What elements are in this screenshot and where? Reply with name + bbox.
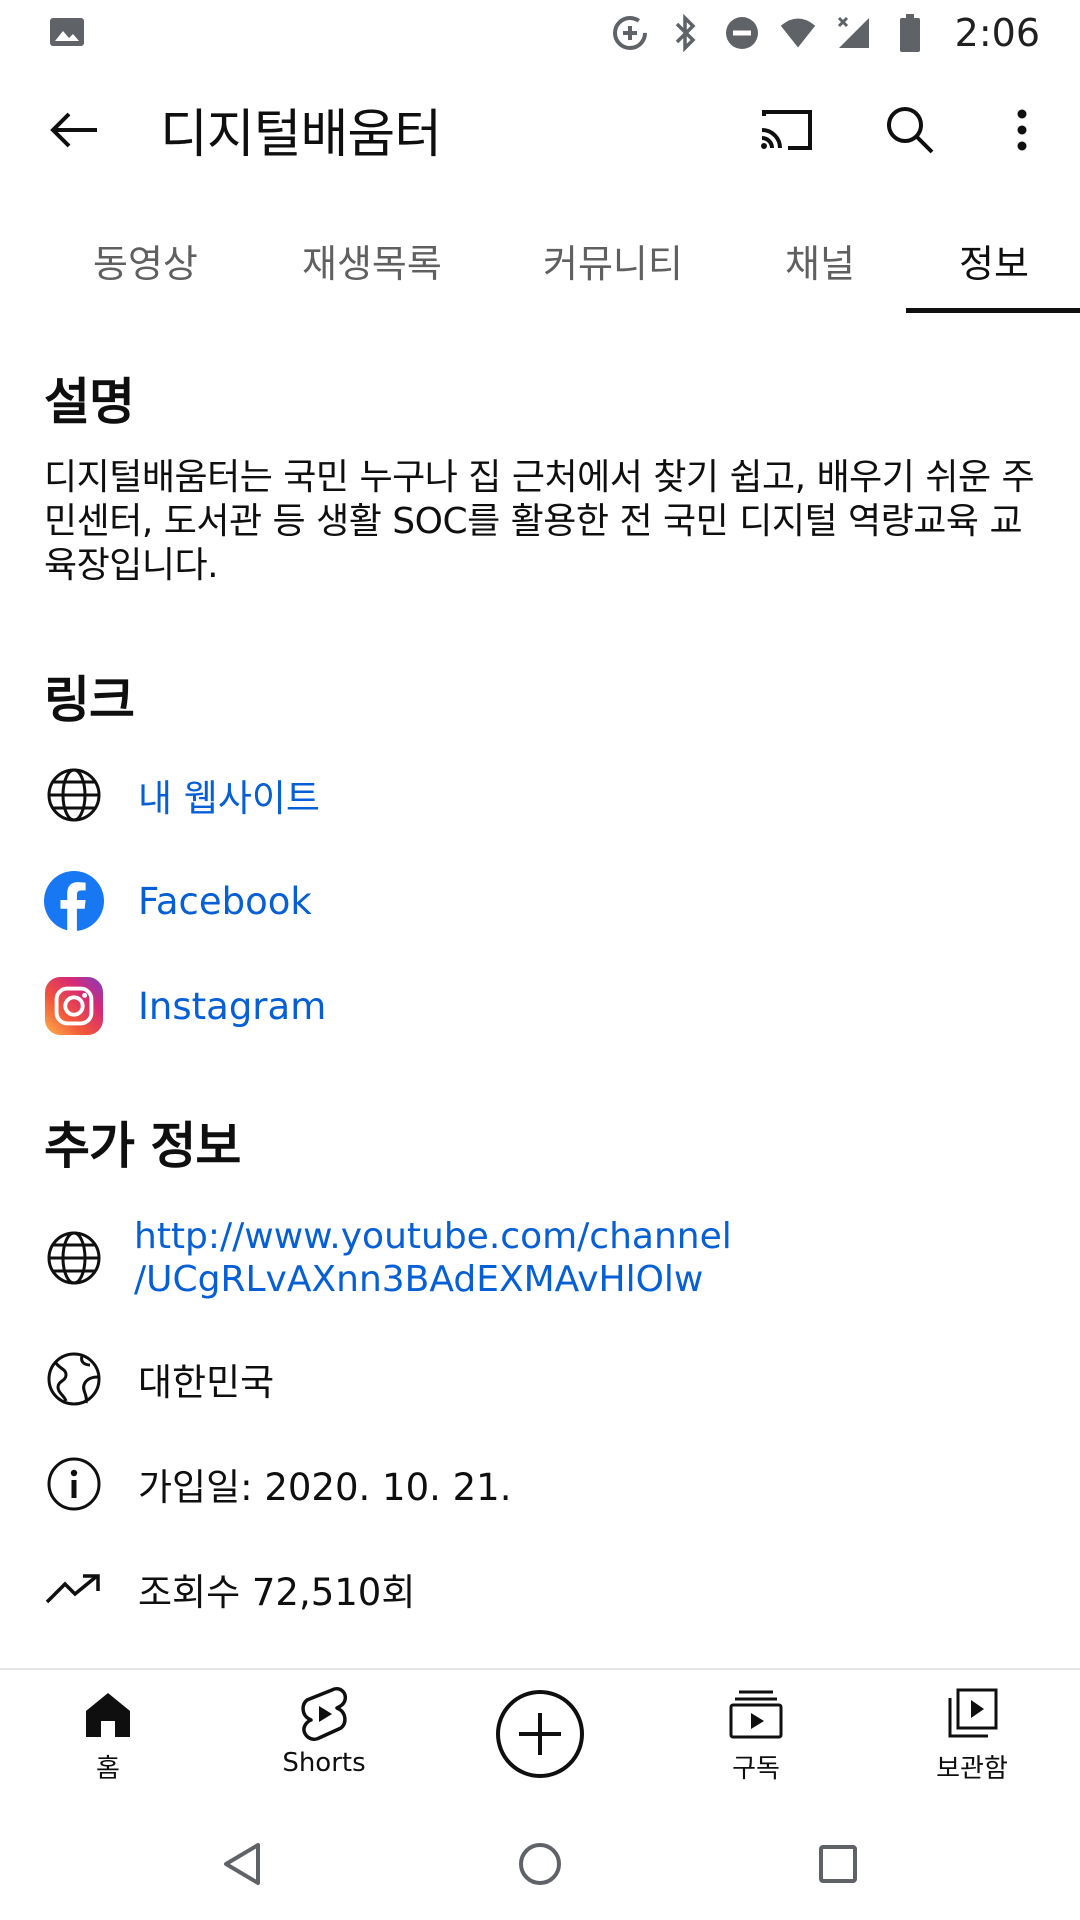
data-saver-icon <box>611 14 649 52</box>
cast-button[interactable] <box>752 96 820 164</box>
battery-icon <box>891 14 929 52</box>
status-bar: 2:06 <box>0 0 1080 66</box>
channel-title: 디지털배움터 <box>160 105 442 165</box>
nav-label: Shorts <box>282 1748 366 1778</box>
info-icon <box>44 1454 104 1514</box>
tab-playlists[interactable]: 재생목록 <box>302 224 442 304</box>
channel-url-row[interactable]: http://www.youtube.com/channel /UCgRLvAX… <box>44 1214 1044 1302</box>
active-tab-indicator <box>906 308 1080 313</box>
trending-up-icon <box>44 1559 104 1619</box>
circle-home-icon <box>519 1843 561 1885</box>
search-button[interactable] <box>876 96 944 164</box>
do-not-disturb-icon <box>723 14 761 52</box>
photo-icon <box>49 17 85 47</box>
views-row: 조회수 72,510회 <box>44 1549 1044 1629</box>
system-back-button[interactable] <box>212 1834 272 1894</box>
tab-videos[interactable]: 동영상 <box>93 224 198 304</box>
back-arrow-icon <box>50 112 97 148</box>
country-text: 대한민국 <box>138 1361 275 1404</box>
system-recents-button[interactable] <box>808 1834 868 1894</box>
bottom-nav: 홈 Shorts 구독 보관함 <box>0 1670 1080 1800</box>
instagram-icon <box>44 976 104 1036</box>
link-label[interactable]: 내 웹사이트 <box>138 768 320 822</box>
home-icon <box>78 1684 138 1744</box>
description-heading: 설명 <box>44 373 135 431</box>
nav-library[interactable]: 보관함 <box>892 1684 1052 1794</box>
back-button[interactable] <box>40 96 108 164</box>
wifi-icon <box>779 14 817 52</box>
subscriptions-icon <box>726 1684 786 1744</box>
tab-about[interactable]: 정보 <box>959 224 1029 304</box>
globe-icon <box>44 1228 104 1288</box>
cast-icon <box>761 110 812 150</box>
link-label[interactable]: Facebook <box>138 880 312 923</box>
more-info-heading: 추가 정보 <box>44 1117 241 1175</box>
link-label[interactable]: Instagram <box>138 985 326 1028</box>
nav-label: 홈 <box>96 1754 120 1784</box>
triangle-back-icon <box>224 1843 260 1885</box>
tab-channels[interactable]: 채널 <box>785 224 855 304</box>
channel-url-line-1: http://www.youtube.com/channel <box>134 1216 732 1257</box>
country-row: 대한민국 <box>44 1339 1044 1419</box>
status-time: 2:06 <box>954 11 1040 55</box>
globe-icon <box>44 765 104 825</box>
nav-subscriptions[interactable]: 구독 <box>676 1684 836 1794</box>
channel-url-line-2: /UCgRLvAXnn3BAdEXMAvHlOlw <box>134 1259 704 1300</box>
channel-url-link[interactable]: http://www.youtube.com/channel /UCgRLvAX… <box>134 1215 732 1301</box>
nav-label: 보관함 <box>936 1754 1008 1784</box>
earth-icon <box>44 1349 104 1409</box>
shorts-icon <box>294 1684 354 1744</box>
views-count-text: 조회수 72,510회 <box>138 1571 416 1614</box>
joined-row: 가입일: 2020. 10. 21. <box>44 1444 1044 1524</box>
plus-icon <box>519 1713 561 1755</box>
nav-shorts[interactable]: Shorts <box>244 1684 404 1794</box>
channel-tabs: 동영상 재생목록 커뮤니티 채널 정보 <box>0 212 1080 316</box>
more-button[interactable] <box>1002 96 1042 164</box>
link-instagram[interactable]: Instagram <box>44 966 1044 1046</box>
channel-description: 디지털배움터는 국민 누구나 집 근처에서 찾기 쉽고, 배우기 쉬운 주민센터… <box>44 457 1035 586</box>
nav-home[interactable]: 홈 <box>28 1684 188 1794</box>
system-nav-bar <box>0 1800 1080 1920</box>
link-website[interactable]: 내 웹사이트 <box>44 755 1044 835</box>
signal-icon <box>835 14 873 52</box>
tab-community[interactable]: 커뮤니티 <box>543 224 683 304</box>
system-home-button[interactable] <box>510 1834 570 1894</box>
link-facebook[interactable]: Facebook <box>44 861 1044 941</box>
app-bar: 디지털배움터 <box>0 66 1080 186</box>
bluetooth-icon <box>667 14 705 52</box>
square-recents-icon <box>819 1845 857 1883</box>
nav-label: 구독 <box>732 1754 780 1784</box>
joined-date-text: 가입일: 2020. 10. 21. <box>138 1466 512 1509</box>
search-icon <box>887 107 934 154</box>
library-icon <box>942 1684 1002 1744</box>
links-heading: 링크 <box>44 671 135 729</box>
facebook-icon <box>44 871 104 931</box>
create-button[interactable] <box>496 1690 584 1778</box>
more-vert-icon <box>1017 109 1027 151</box>
